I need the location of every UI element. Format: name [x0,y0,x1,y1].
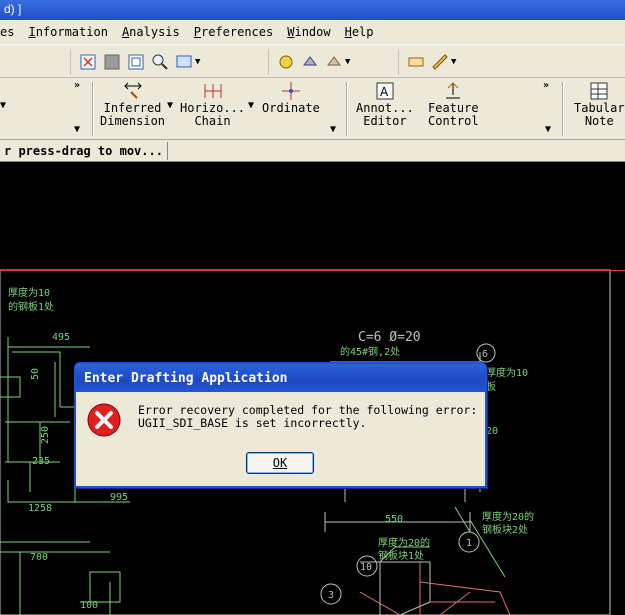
sheet-icon[interactable] [405,51,427,73]
annotation-editor-label: Annot... Editor [356,101,414,128]
zoom-window-icon[interactable] [101,51,123,73]
dimension-text: 235 [32,456,50,467]
visible-layers-icon[interactable] [299,51,321,73]
chevron-down-icon[interactable]: ▼ [451,57,456,67]
annotation-editor-button[interactable]: A Annot... Editor [356,80,414,128]
status-bar: r press-drag to mov... [0,140,625,162]
toolbar-separator [92,82,94,136]
chain-dimension-icon [204,84,222,98]
horizontal-chain-label: Horizo... Chain [180,101,246,128]
toolbar-separator [346,82,348,136]
note-text: 的钢板1处 [8,300,54,313]
tabular-note-button[interactable]: Tabular Note [574,80,625,128]
chevron-down-icon[interactable]: ▼ [248,100,254,111]
chevron-down-icon[interactable]: ▼ [195,57,200,67]
note-text: 的45#钢,2处 [340,345,400,358]
error-icon [87,403,121,437]
note-text: 厚度为20的 [378,536,430,549]
note-text: 厚度为10 [486,366,528,379]
drawing-linework-red [359,562,511,615]
chevron-down-icon[interactable]: ▼ [545,124,551,135]
dimension-text: 1258 [28,503,52,514]
chevron-down-icon[interactable]: ▼ [330,124,336,135]
fit-view-icon[interactable] [77,51,99,73]
balloon-label: 6 [482,349,488,360]
zoom-icon[interactable] [149,51,171,73]
menu-bar: es Information Analysis Preferences Window He… [0,20,625,44]
dialog-body: Error recovery completed for the followi… [76,392,485,486]
feature-control-button[interactable]: Feature Control [428,80,479,128]
annotation-editor-icon: A [376,82,394,100]
layer-toolbar-group: ▼ [268,49,354,75]
dimension-text: 995 [110,492,128,503]
chevron-down-icon[interactable]: ▼ [0,100,6,111]
menu-help[interactable]: Help [338,25,381,39]
dimension-toolbar: ▼ » ▼ Inferred Dimension ▼ Horizo... Cha… [0,78,625,140]
dialog-title: Enter Drafting Application [76,364,485,392]
note-text: C=6 Ø=20 [358,330,421,345]
inferred-dimension-button[interactable]: Inferred Dimension [100,80,165,128]
ruler-icon[interactable] [429,51,451,73]
dimension-text: 100 [80,600,98,611]
layer-settings-icon[interactable] [275,51,297,73]
note-text: 厚度为20的 [482,510,534,523]
menu-window[interactable]: Window [280,25,337,39]
drafting-toolbar-group: ▼ [398,49,460,75]
horizontal-chain-button[interactable]: Horizo... Chain [180,80,245,128]
menu-es[interactable]: es [0,25,21,39]
balloon-label: 1 [466,538,472,549]
dimension-text: 550 [385,514,403,525]
view-toolbar-group: ▼ [70,49,204,75]
more-chevron-icon[interactable]: » [74,80,80,91]
dimension-text: 50 [30,368,41,380]
inferred-dimension-label: Inferred Dimension [100,101,166,128]
note-text: 钢板块2处 [482,523,528,536]
note-text: 钢板块1处 [378,549,424,562]
inferred-dimension-icon [123,82,142,99]
menu-preferences[interactable]: Preferences [187,25,280,39]
chevron-down-icon[interactable]: ▼ [345,57,350,67]
note-text: 厚度为10 [8,286,50,299]
ordinate-button[interactable]: Ordinate [262,80,320,115]
tabular-note-icon [590,82,608,100]
move-layer-icon[interactable] [323,51,345,73]
toolbar-separator [562,82,564,136]
dimension-text: 495 [52,332,70,343]
tabular-note-label: Tabular Note [574,101,625,128]
window-title: d) ] [4,2,22,16]
dimension-text: 20 [486,426,498,437]
refresh-icon[interactable] [125,51,147,73]
dimension-text: 250 [40,426,51,444]
ok-button[interactable]: OK [246,452,314,474]
feature-control-icon [446,82,461,99]
drawing-border-top [0,270,625,271]
chevron-down-icon[interactable]: ▼ [74,124,80,135]
ordinate-label: Ordinate [262,101,320,115]
error-dialog: Enter Drafting Application Error recover… [74,362,487,488]
menu-information[interactable]: Information [21,25,114,39]
ordinate-icon [281,82,300,100]
svg-text:A: A [380,85,389,99]
standard-toolbar: ▼ ▼ ▼ [0,44,625,78]
dialog-message: Error recovery completed for the followi… [138,403,478,430]
display-icon[interactable] [173,51,195,73]
balloon-label: 10 [360,562,372,573]
window-title-bar: d) ] [0,0,625,20]
status-prompt: r press-drag to mov... [0,141,168,160]
more-chevron-icon[interactable]: » [543,80,549,91]
dimension-text: 700 [30,552,48,563]
feature-control-label: Feature Control [428,101,479,128]
note-text: 板 [486,380,496,393]
menu-analysis[interactable]: Analysis [115,25,187,39]
ok-button-label: OK [272,456,288,470]
chevron-down-icon[interactable]: ▼ [167,100,173,111]
balloon-label: 3 [328,590,334,601]
